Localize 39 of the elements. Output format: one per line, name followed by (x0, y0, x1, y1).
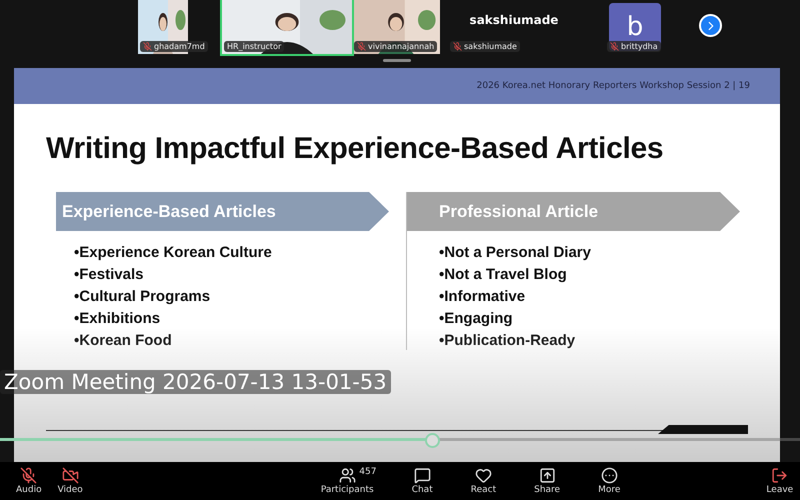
leave-button[interactable]: Leave (758, 467, 800, 495)
drag-handle[interactable] (383, 59, 411, 62)
name-label: vivinannajannah (354, 41, 438, 52)
bullet-item: •Engaging (439, 309, 514, 328)
column-heading: Experience-Based Articles (56, 192, 389, 231)
column-heading: Professional Article (407, 192, 740, 231)
people-icon (338, 467, 356, 484)
video-button[interactable]: Video (50, 467, 91, 495)
slide-title: Writing Impactful Experience-Based Articles (46, 132, 664, 166)
more-icon (600, 467, 618, 484)
chat-bubble-icon (414, 467, 431, 484)
progress-track[interactable] (0, 433, 800, 446)
next-page-button[interactable] (699, 14, 722, 37)
share-button[interactable]: Share (526, 467, 568, 495)
name-label: sakshiumade (450, 41, 520, 52)
participant-count: 457 (359, 467, 376, 477)
camera-icon (62, 467, 79, 484)
bullet-item: •Experience Korean Culture (74, 243, 273, 262)
more-button[interactable]: More (590, 467, 628, 495)
bullet-item: •Not a Travel Blog (439, 265, 568, 284)
exit-icon (771, 467, 788, 484)
bullet-item: •Cultural Programs (74, 287, 212, 306)
bullet-item: •Exhibitions (74, 309, 162, 328)
heart-icon (474, 467, 492, 484)
share-icon (538, 467, 556, 484)
audio-button[interactable]: Audio (8, 467, 50, 495)
name-label: brittydha (607, 41, 661, 52)
bullet-item: •Korean Food (74, 331, 173, 350)
microphone-icon (20, 467, 38, 484)
name-label: ghadam7md (140, 41, 208, 52)
bullet-item: •Not a Personal Diary (439, 243, 592, 262)
bullet-item: •Informative (439, 287, 526, 306)
bullet-item: •Festivals (74, 265, 144, 284)
bullet-item: •Publication-Ready (439, 331, 576, 350)
chat-button[interactable]: Chat (404, 467, 441, 495)
react-button[interactable]: React (462, 467, 504, 495)
participant-name: sakshiumade (470, 13, 558, 27)
participants-button[interactable]: 457 Participants (312, 467, 382, 495)
slide-header-text: 2026 Korea.net Honorary Reporters Workshop Session 2 | 19 (476, 81, 750, 91)
